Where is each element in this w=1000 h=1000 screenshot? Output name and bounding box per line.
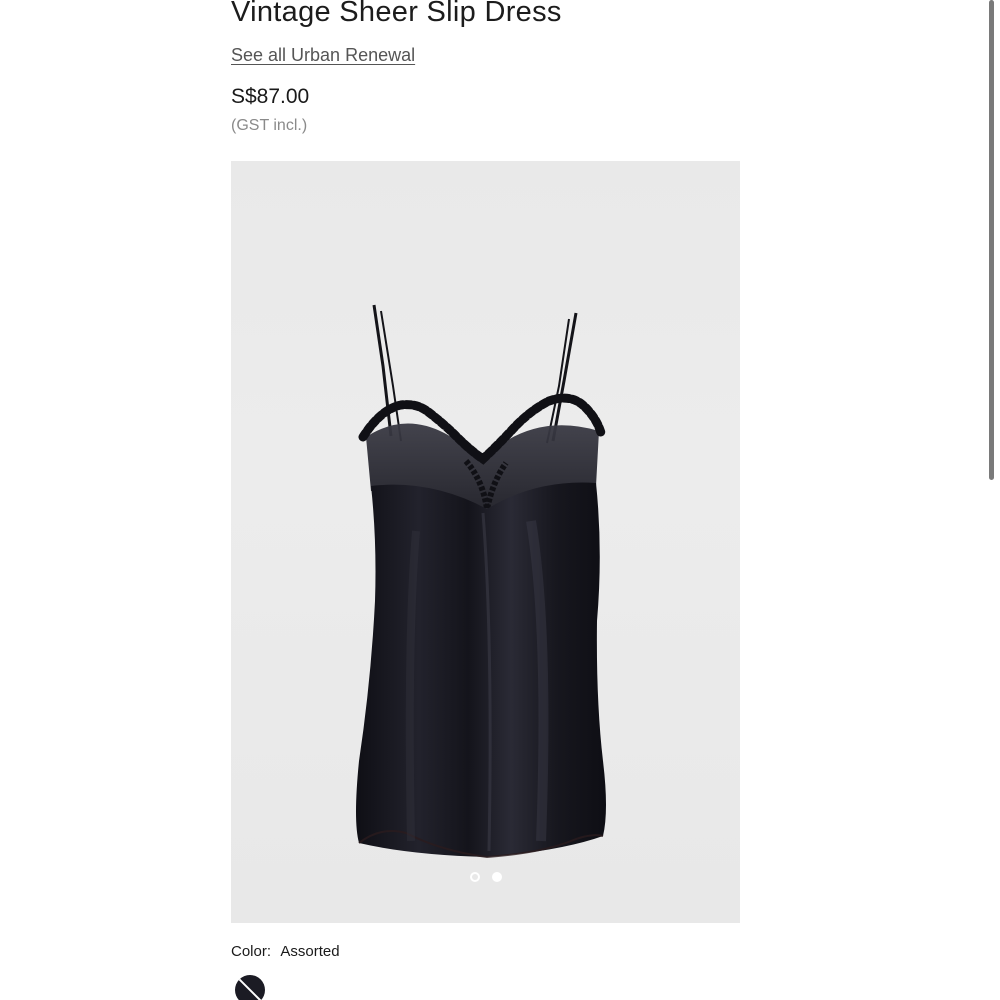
- tax-note: (GST incl.): [231, 117, 308, 134]
- carousel-dot-1[interactable]: [469, 872, 480, 882]
- product-title: Vintage Sheer Slip Dress: [231, 0, 562, 28]
- scrollbar-thumb[interactable]: [989, 0, 994, 480]
- product-price: S$87.00: [231, 85, 310, 108]
- black-satin-slip-dress-image: [356, 304, 606, 859]
- product-image-carousel[interactable]: [231, 161, 740, 923]
- product-page: Vintage Sheer Slip Dress See all Urban R…: [0, 0, 1000, 1000]
- color-value: Assorted: [280, 943, 340, 960]
- carousel-dot-2[interactable]: [491, 872, 502, 882]
- color-swatch-assorted[interactable]: [235, 975, 265, 1000]
- page-scrollbar[interactable]: [986, 0, 1000, 1000]
- color-selection-label: Color: Assorted: [231, 943, 340, 960]
- color-label: Color:: [231, 943, 272, 960]
- carousel-pagination: [231, 872, 740, 882]
- see-all-brand-link[interactable]: See all Urban Renewal: [231, 45, 415, 66]
